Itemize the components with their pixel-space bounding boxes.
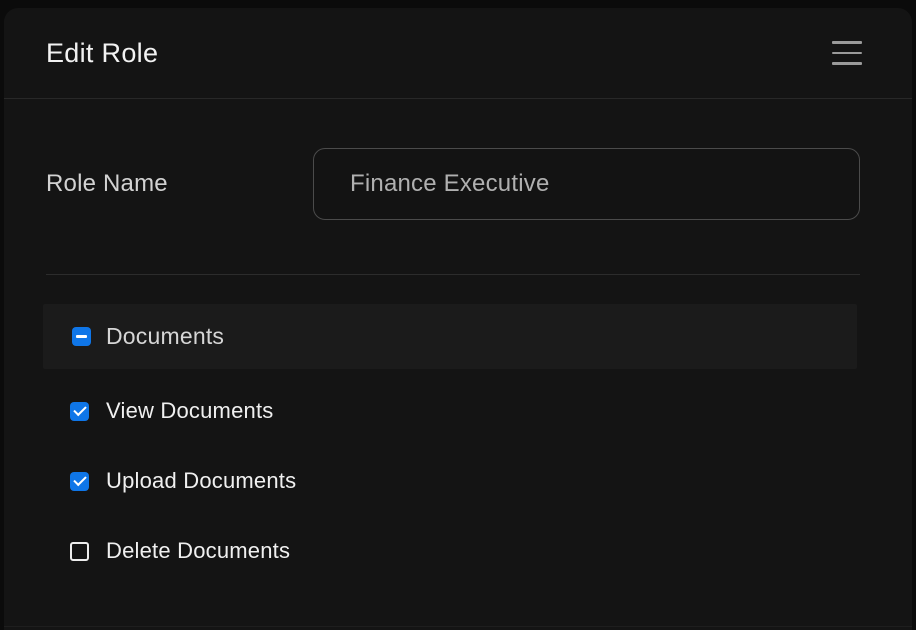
delete-documents-label: Delete Documents [106,538,290,564]
permission-group-documents[interactable]: Documents [43,304,857,369]
edit-role-dialog: Edit Role Role Name Documents View Docum… [4,8,912,630]
menu-button[interactable] [832,37,862,69]
dialog-title: Edit Role [46,38,158,69]
role-name-label: Role Name [46,170,168,198]
permission-row-view-documents[interactable]: View Documents [4,376,912,446]
view-documents-checkbox[interactable] [70,402,89,421]
documents-group-label: Documents [106,323,224,350]
permission-list: View Documents Upload Documents Delete D… [4,376,912,586]
upload-documents-label: Upload Documents [106,468,296,494]
permission-row-delete-documents[interactable]: Delete Documents [4,516,912,586]
role-name-row: Role Name [46,148,860,220]
dialog-header: Edit Role [4,8,912,99]
hamburger-icon [832,41,862,44]
view-documents-label: View Documents [106,398,273,424]
role-name-input[interactable] [313,148,860,220]
delete-documents-checkbox[interactable] [70,542,89,561]
hamburger-icon [832,62,862,65]
upload-documents-checkbox[interactable] [70,472,89,491]
documents-group-checkbox[interactable] [72,327,91,346]
permission-row-upload-documents[interactable]: Upload Documents [4,446,912,516]
hamburger-icon [832,52,862,55]
section-divider [46,274,860,275]
bottom-divider [4,626,912,627]
